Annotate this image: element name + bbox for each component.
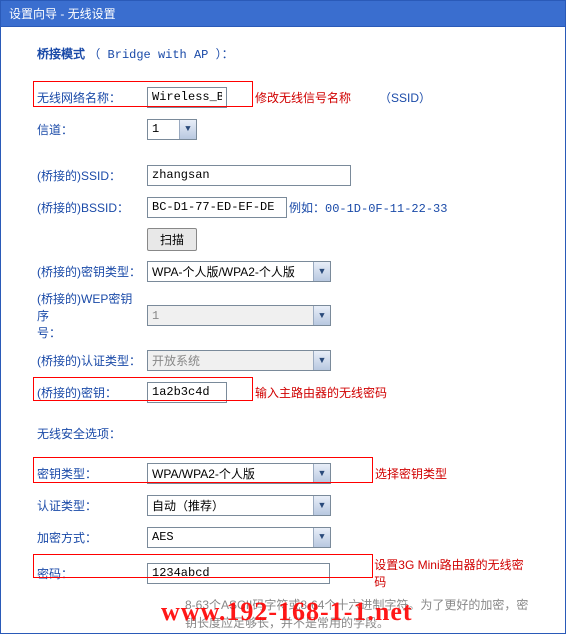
bridge-wep-select: 1 ▼ xyxy=(147,305,331,326)
auth-select[interactable]: 自动（推荐） ▼ xyxy=(147,495,331,516)
security-header: 无线安全选项： xyxy=(37,425,535,442)
channel-label: 信道： xyxy=(37,121,147,138)
encrypt-value: AES xyxy=(152,530,174,544)
bridge-bssid-label: (桥接的)BSSID： xyxy=(37,199,147,216)
auth-value: 自动（推荐） xyxy=(152,497,224,514)
chevron-down-icon: ▼ xyxy=(313,262,330,281)
bridge-key-type-value: WPA-个人版/WPA2-个人版 xyxy=(152,263,295,280)
bridge-key-type-label: (桥接的)密钥类型： xyxy=(37,263,147,280)
bridge-ssid-label: (桥接的)SSID： xyxy=(37,167,147,184)
bridge-bssid-input[interactable] xyxy=(147,197,287,218)
ssid-tag: （SSID） xyxy=(379,89,431,106)
bssid-example: 例如：00-1D-0F-11-22-33 xyxy=(289,199,447,216)
encrypt-label: 加密方式： xyxy=(37,529,147,546)
bridge-key-input[interactable] xyxy=(147,382,227,403)
chevron-down-icon: ▼ xyxy=(313,528,330,547)
bridge-ssid-input[interactable] xyxy=(147,165,351,186)
chevron-down-icon: ▼ xyxy=(179,120,196,139)
wizard-window: 设置向导 - 无线设置 桥接模式 （ Bridge with AP ）： 无线网… xyxy=(0,0,566,634)
bridge-auth-select: 开放系统 ▼ xyxy=(147,350,331,371)
password-input[interactable] xyxy=(147,563,330,584)
wifi-name-note: 修改无线信号名称 xyxy=(255,89,351,106)
password-note: 设置3G Mini路由器的无线密码 xyxy=(374,556,535,590)
bridge-auth-value: 开放系统 xyxy=(152,352,200,369)
bridge-key-label: (桥接的)密钥： xyxy=(37,384,147,401)
chevron-down-icon: ▼ xyxy=(313,306,330,325)
channel-value: 1 xyxy=(152,122,159,136)
key-type-note: 选择密钥类型 xyxy=(375,465,447,482)
scan-button[interactable]: 扫描 xyxy=(147,228,197,251)
auth-label: 认证类型： xyxy=(37,497,147,514)
bridge-wep-value: 1 xyxy=(152,309,159,323)
bridge-mode-label: 桥接模式 xyxy=(37,47,88,61)
chevron-down-icon: ▼ xyxy=(313,496,330,515)
key-type-label: 密钥类型： xyxy=(37,465,147,482)
bridge-mode-en: （ Bridge with AP ）： xyxy=(88,48,233,62)
bridge-mode-header: 桥接模式 （ Bridge with AP ）： xyxy=(37,45,535,62)
key-type-select[interactable]: WPA/WPA2-个人版 ▼ xyxy=(147,463,331,484)
window-title: 设置向导 - 无线设置 xyxy=(1,1,565,27)
encrypt-select[interactable]: AES ▼ xyxy=(147,527,331,548)
bridge-auth-label: (桥接的)认证类型： xyxy=(37,352,147,369)
chevron-down-icon: ▼ xyxy=(313,464,330,483)
chevron-down-icon: ▼ xyxy=(313,351,330,370)
password-hint: 8-63个ASCII码字符或8-64个十六进制字符。为了更好的加密，密钥长度应足… xyxy=(185,596,535,632)
bridge-wep-label: (桥接的)WEP密钥序 号： xyxy=(37,290,147,341)
password-label: 密码： xyxy=(37,565,147,582)
wifi-name-label: 无线网络名称： xyxy=(37,89,147,106)
wifi-name-input[interactable] xyxy=(147,87,227,108)
content-area: 桥接模式 （ Bridge with AP ）： 无线网络名称： 修改无线信号名… xyxy=(1,27,565,634)
bridge-key-type-select[interactable]: WPA-个人版/WPA2-个人版 ▼ xyxy=(147,261,331,282)
key-type-value: WPA/WPA2-个人版 xyxy=(152,465,255,482)
bridge-key-note: 输入主路由器的无线密码 xyxy=(255,384,387,401)
channel-select[interactable]: 1 ▼ xyxy=(147,119,197,140)
